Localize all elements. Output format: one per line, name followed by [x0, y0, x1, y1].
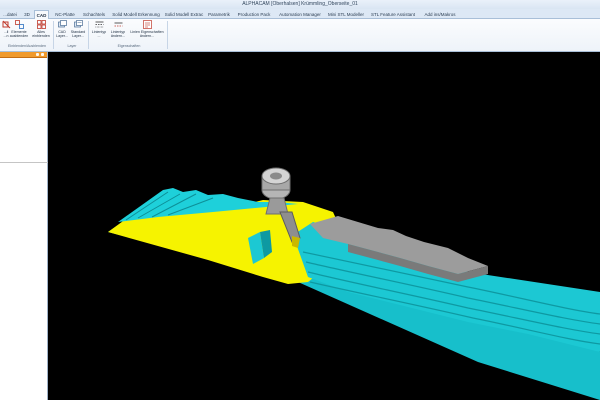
group-separator [53, 21, 54, 49]
line-properties-icon [142, 20, 152, 29]
group-label-layer: Layer [67, 44, 77, 48]
change-line-type-icon [114, 20, 123, 29]
tab-add-ins-makros[interactable]: Add ins/Makros [420, 10, 460, 19]
panel-header [0, 52, 47, 58]
panel-pin-icon[interactable] [36, 53, 39, 56]
show-all-button[interactable]: Alles einblenden [31, 20, 51, 44]
group-label-einblenden: Einblenden/Ausblenden [8, 44, 46, 48]
change-line-type-label: Linientyp ändern... [110, 30, 126, 38]
hide-elements-button[interactable]: Elemente ausblenden [8, 20, 30, 44]
tab-solid-modell-extrac[interactable]: Solid Modell Extrac [164, 10, 204, 19]
change-line-type-button[interactable]: Linientyp ändern... [108, 20, 128, 44]
show-all-label: Alles einblenden [32, 30, 50, 38]
panel-close-icon[interactable] [41, 53, 44, 56]
3d-viewport[interactable] [48, 52, 600, 400]
line-type-label: Linientyp ... [91, 30, 107, 38]
cad-layer-label: CAD Layer... [56, 30, 68, 38]
line-properties-button[interactable]: Linien Eigenschaften ändern... [128, 20, 166, 44]
tab-3d[interactable]: 3D [21, 10, 33, 19]
show-all-icon [36, 20, 46, 29]
group-separator [167, 21, 168, 49]
standard-layer-icon [73, 20, 83, 29]
toolpath-simulation-scene [108, 167, 600, 400]
tab-parametrik[interactable]: Parametrik [206, 10, 232, 19]
group-separator [88, 21, 89, 49]
tab-schachteln[interactable]: Schachtels [80, 10, 108, 19]
project-manager-panel [0, 52, 48, 400]
standard-layer-button[interactable]: Standard Layer... [69, 20, 87, 44]
window-title: ALPHACAM [Oberhalsen] Krümmling_Oberseit… [0, 0, 600, 9]
tab-solid-modell-erkennung[interactable]: Solid Modell Erkennung [110, 10, 162, 19]
tab-automation-manager[interactable]: Automation Manager [276, 10, 324, 19]
group-label-eigenschaften: Eigenschaften [117, 44, 141, 48]
tab-production-pack[interactable]: Production Pack [234, 10, 274, 19]
tab-mini-stl-modeller[interactable]: Mini STL Modeller [326, 10, 366, 19]
tab-datei[interactable]: ...datei [0, 10, 20, 19]
line-properties-label: Linien Eigenschaften ändern... [130, 30, 164, 38]
ribbon-tab-bar: ...datei 3D CAD NC-Platte Schachtels Sol… [0, 9, 600, 19]
cad-layer-button[interactable]: CAD Layer... [55, 20, 69, 44]
ribbon-panel: ...ll ...n Elemente ausblenden Alles ein… [0, 19, 600, 52]
panel-divider [0, 162, 48, 163]
tab-stl-feature-assistant[interactable]: STL Feature Assistant [368, 10, 418, 19]
hide-elements-label: Elemente ausblenden [9, 30, 29, 38]
tab-cad[interactable]: CAD [34, 10, 49, 19]
line-type-button[interactable]: Linientyp ... [90, 20, 108, 44]
cad-layer-icon [57, 20, 67, 29]
standard-layer-label: Standard Layer... [70, 30, 86, 38]
line-type-icon [95, 20, 104, 29]
hide-elements-icon [14, 20, 24, 29]
tab-nc-platte[interactable]: NC-Platte [52, 10, 78, 19]
